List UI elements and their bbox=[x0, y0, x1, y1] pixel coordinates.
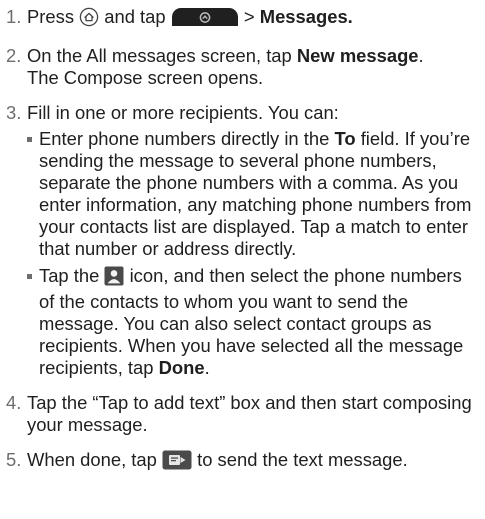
step-2-tail: . bbox=[418, 45, 424, 66]
step-number: 5. bbox=[6, 449, 22, 470]
bullet-2-post: . bbox=[204, 357, 210, 378]
step-5-pre: When done, tap bbox=[27, 449, 157, 470]
bullet-1-pre: Enter phone numbers directly in the bbox=[39, 128, 330, 149]
step-2-bold: New message bbox=[296, 45, 419, 66]
bullet-1-bold: To bbox=[334, 128, 356, 149]
bullet-2-bold: Done bbox=[158, 357, 205, 378]
step-number: 4. bbox=[6, 392, 22, 413]
step-text: On the All messages screen, tap New mess… bbox=[27, 45, 477, 89]
step-text: Tap the “Tap to add text” box and then s… bbox=[27, 392, 472, 435]
step-text: Press and tap > Messages. bbox=[27, 6, 477, 32]
step-4: 4. Tap the “Tap to add text” box and the… bbox=[6, 392, 477, 436]
step-number: 1. bbox=[6, 6, 22, 27]
step-text: When done, tap to send the text message. bbox=[27, 449, 477, 475]
step-5-post: to send the text message. bbox=[197, 449, 408, 470]
bullet-text: Enter phone numbers directly in the To f… bbox=[39, 128, 477, 260]
step-2-line2: The Compose screen opens. bbox=[27, 67, 264, 88]
step-1-press: Press bbox=[27, 6, 75, 27]
step-text: Fill in one or more recipients. You can: bbox=[27, 102, 339, 123]
bullet-marker bbox=[27, 265, 39, 379]
step-2: 2. On the All messages screen, tap New m… bbox=[6, 45, 477, 89]
step-5: 5. When done, tap to send the text messa… bbox=[6, 449, 477, 475]
bullet-2-pre: Tap the bbox=[39, 265, 100, 286]
step-1: 1. Press and tap > Messages. bbox=[6, 6, 477, 32]
step-1-target: Messages. bbox=[259, 6, 353, 27]
bullet-item: Enter phone numbers directly in the To f… bbox=[27, 128, 477, 260]
recipient-options: Enter phone numbers directly in the To f… bbox=[27, 128, 477, 379]
home-button-icon bbox=[79, 7, 99, 32]
bullet-text: Tap the icon, and then select the phone … bbox=[39, 265, 477, 379]
contact-person-icon bbox=[104, 266, 124, 291]
bullet-marker bbox=[27, 128, 39, 260]
step-1-and-tap: and tap bbox=[104, 6, 166, 27]
step-number: 3. bbox=[6, 102, 22, 123]
step-number: 2. bbox=[6, 45, 22, 66]
instruction-page: 1. Press and tap > Messages. 2. On the A… bbox=[0, 0, 485, 519]
bullet-item: Tap the icon, and then select the phone … bbox=[27, 265, 477, 379]
step-3: 3. Fill in one or more recipients. You c… bbox=[6, 102, 477, 124]
all-apps-button-icon bbox=[171, 7, 239, 32]
step-2-lead: On the All messages screen, tap bbox=[27, 45, 292, 66]
send-message-icon bbox=[162, 450, 192, 475]
step-1-separator: > bbox=[243, 6, 255, 27]
bullet-2-mid: icon, and then select the phone numbers … bbox=[39, 265, 464, 378]
